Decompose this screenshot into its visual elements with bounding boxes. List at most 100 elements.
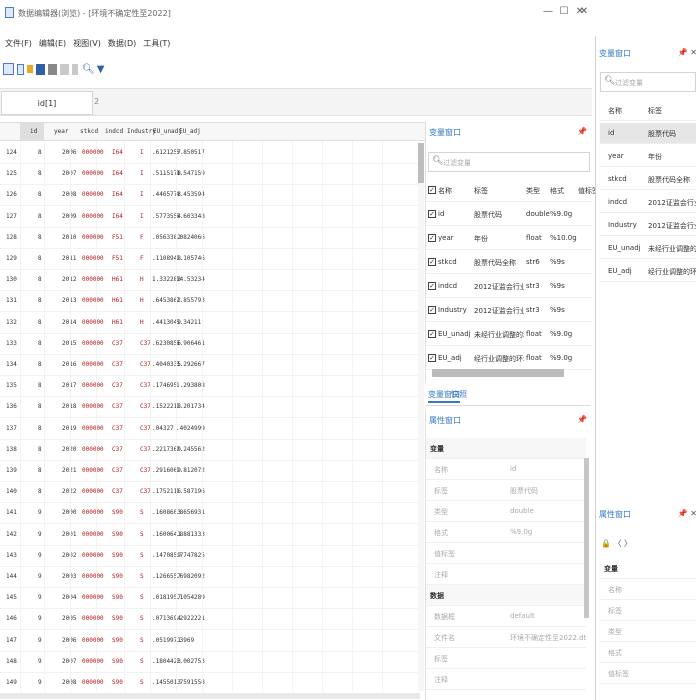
table-cell[interactable]: 8	[38, 297, 42, 304]
table-cell[interactable]: S90	[112, 658, 123, 665]
col-header-year[interactable]: year	[54, 128, 68, 135]
table-cell[interactable]: H61	[112, 276, 123, 283]
table-cell[interactable]: I64	[112, 191, 123, 198]
table-cell[interactable]: S	[140, 531, 144, 538]
table-cell[interactable]: C37	[112, 446, 123, 453]
table-cell[interactable]: H	[140, 276, 144, 283]
property-row[interactable]: 名称 id	[426, 459, 586, 480]
table-cell[interactable]: 8	[38, 467, 42, 474]
table-cell[interactable]: 8	[38, 191, 42, 198]
property-row[interactable]: 标签	[426, 648, 586, 669]
right-variable-row[interactable]: EU_unadj 未经行业调整的环境...	[600, 238, 696, 259]
property-row[interactable]: 文件名 环境不确定性至2022.dta	[426, 627, 586, 648]
table-cell[interactable]: H	[140, 319, 144, 326]
data-grid[interactable]: id year stkcd indcd Industry EU_unadj EU…	[0, 122, 428, 692]
table-cell[interactable]: 1.812072	[176, 467, 205, 474]
table-cell[interactable]: I	[140, 213, 144, 220]
table-cell[interactable]: I	[140, 170, 144, 177]
table-cell[interactable]: S90	[112, 573, 123, 580]
table-cell[interactable]: C37	[112, 403, 123, 410]
table-cell[interactable]: H61	[112, 319, 123, 326]
right-property-row[interactable]: 类型	[600, 621, 696, 642]
table-cell[interactable]: 2.245562	[176, 446, 205, 453]
table-row[interactable]: 14792006000000S90S.0519971.3969	[0, 628, 420, 652]
table-cell[interactable]: .4024999	[176, 425, 205, 432]
properties-scrollbar[interactable]	[584, 458, 589, 618]
table-cell[interactable]: S90	[112, 552, 123, 559]
lock-nav-icons[interactable]: 🔒 〈 〉	[601, 538, 632, 549]
menu-tools[interactable]: 工具(T)	[143, 38, 170, 49]
cell-reference[interactable]: id[1]	[1, 91, 93, 115]
table-cell[interactable]: .7591558	[176, 679, 205, 686]
table-cell[interactable]: S	[140, 552, 144, 559]
variables-col-header[interactable]: 名称	[438, 186, 452, 196]
table-cell[interactable]: 9	[38, 658, 42, 665]
table-cell[interactable]: 6.850517	[176, 149, 205, 156]
variable-checkbox[interactable]: ✓	[428, 306, 436, 314]
table-cell[interactable]: F51	[112, 255, 123, 262]
table-cell[interactable]: 000000	[82, 446, 104, 453]
table-cell[interactable]: .6982092	[176, 573, 205, 580]
table-cell[interactable]: 8	[38, 213, 42, 220]
table-icon[interactable]	[17, 63, 24, 75]
right-variables-col-header[interactable]: 标签	[648, 106, 662, 116]
table-cell[interactable]: I	[140, 191, 144, 198]
variable-row[interactable]: ✓ stkcd 股票代码全称 str6 %9s	[426, 250, 592, 274]
horizontal-scrollbar[interactable]	[0, 693, 420, 699]
table-row[interactable]: 13382015000000C37C37.62308565.906461	[0, 331, 420, 355]
table-cell[interactable]: C37	[112, 382, 123, 389]
variable-filter-input[interactable]: 🔍︎ 过滤变量	[428, 152, 590, 172]
table-cell[interactable]: S90	[112, 679, 123, 686]
pin-icon[interactable]: 📌	[577, 127, 587, 136]
table-row[interactable]: 14192000000000S90S.1608603.8656931	[0, 501, 420, 525]
table-cell[interactable]: 8	[38, 170, 42, 177]
table-cell[interactable]: 14.53234	[176, 276, 205, 283]
table-cell[interactable]: 3.547159	[176, 170, 205, 177]
table-cell[interactable]: 1.002753	[176, 658, 205, 665]
pin-icon[interactable]: 📌	[577, 415, 587, 424]
table-cell[interactable]: 000000	[82, 276, 104, 283]
vertical-scroll-thumb[interactable]	[418, 143, 424, 183]
col-header-eu-adj[interactable]: EU_adj	[179, 128, 201, 135]
property-row[interactable]: 格式 %9.0g	[426, 522, 586, 543]
table-cell[interactable]: F	[140, 234, 144, 241]
table-cell[interactable]: C37	[112, 361, 123, 368]
table-cell[interactable]: 000000	[82, 149, 104, 156]
variable-checkbox[interactable]: ✓	[428, 234, 436, 242]
table-cell[interactable]: 000000	[82, 531, 104, 538]
table-cell[interactable]: I64	[112, 149, 123, 156]
table-cell[interactable]: S90	[112, 509, 123, 516]
table-cell[interactable]: 1.201734	[176, 403, 205, 410]
table-row[interactable]: 13082012000000H61H1.33228814.53234	[0, 268, 420, 292]
right-variable-row[interactable]: Industry 2012证监会行业代码	[600, 215, 696, 236]
table-row[interactable]: 12482006000000I64I.61212576.850517	[0, 141, 420, 164]
table-row[interactable]: 13482016000000C37C37.40403353.292667	[0, 353, 420, 376]
table-cell[interactable]: 000000	[82, 615, 104, 622]
table-row[interactable]: 12582007000000I64I.51151783.547159	[0, 162, 420, 186]
table-cell[interactable]: C37	[112, 488, 123, 495]
table-cell[interactable]: 000000	[82, 361, 104, 368]
table-cell[interactable]: 8	[38, 361, 42, 368]
table-cell[interactable]: 000000	[82, 319, 104, 326]
property-section[interactable]: 变量	[426, 438, 586, 459]
cell-value[interactable]: 2	[94, 97, 99, 106]
table-cell[interactable]: 000000	[82, 170, 104, 177]
table-cell[interactable]: 000000	[82, 679, 104, 686]
pin-close-icons[interactable]: 📌 ✕	[678, 48, 697, 57]
table-row[interactable]: 12882010000000F51F.0563382.0824066	[0, 225, 420, 249]
table-row[interactable]: 13582017000000C37C37.1746951.293808	[0, 374, 420, 398]
table-cell[interactable]: 000000	[82, 213, 104, 220]
table-cell[interactable]: 000000	[82, 637, 104, 644]
table-cell[interactable]: S	[140, 509, 144, 516]
variable-checkbox[interactable]: ✓	[428, 282, 436, 290]
right-variable-row[interactable]: EU_adj 经行业调整的环境不确...	[600, 261, 696, 282]
right-variable-row[interactable]: indcd 2012证监会行业代码	[600, 192, 696, 213]
variable-row[interactable]: ✓Industry 2012证监会行业代码str3 %9s	[426, 298, 592, 322]
table-row[interactable]: 13782019000000C37C37.04327.4024999	[0, 416, 420, 440]
table-row[interactable]: 13882020000000C37C37.22173692.245562	[0, 437, 420, 461]
table-row[interactable]: 13982021000000C37C37.29160691.812072	[0, 459, 420, 482]
table-row[interactable]: 14392002000000S90S.1470859.7747825	[0, 543, 420, 567]
table-row[interactable]: 12782009000000I64I.57735545.603348	[0, 204, 420, 228]
search-icon[interactable]: 🔍︎	[82, 64, 95, 75]
paste-icon[interactable]	[72, 63, 78, 75]
